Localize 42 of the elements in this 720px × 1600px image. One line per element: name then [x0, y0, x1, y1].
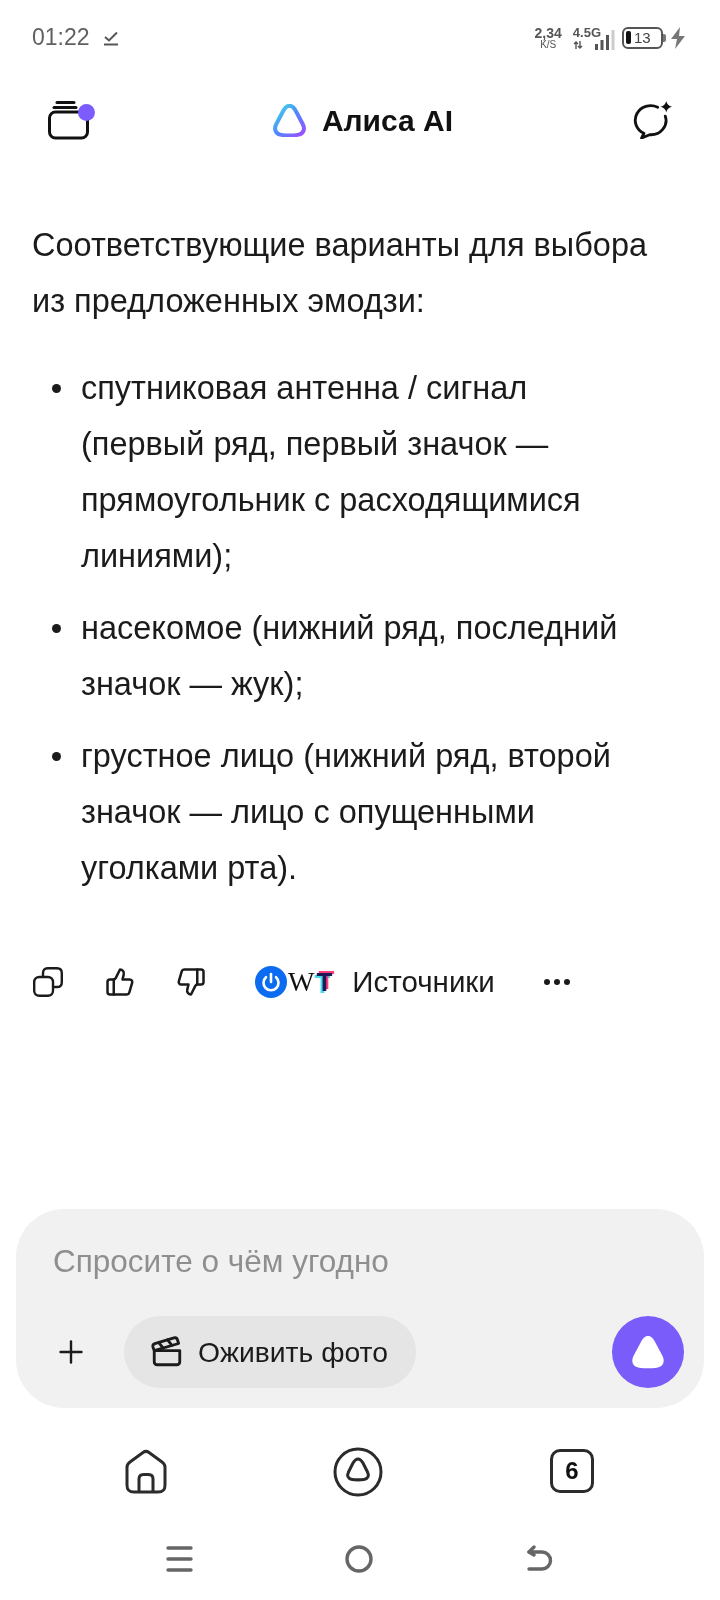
- data-arrows-icon: [572, 41, 583, 49]
- status-time: 01:22: [32, 23, 90, 53]
- network-speed: 2,34: [534, 25, 562, 40]
- answer-paragraph: Соответствующие варианты для выбора из предложенных эмодзи:: [32, 226, 649, 321]
- new-chat-icon[interactable]: [631, 101, 673, 139]
- back-icon[interactable]: [526, 1545, 554, 1573]
- clapperboard-icon: [150, 1335, 184, 1369]
- download-done-icon: [102, 29, 119, 46]
- copy-button[interactable]: [33, 967, 63, 997]
- bullet-icon: [52, 624, 61, 633]
- animate-photo-chip[interactable]: Оживить фото: [124, 1316, 416, 1388]
- rounded-triangle-icon: [630, 1334, 666, 1370]
- source-logo: T: [316, 966, 333, 998]
- charging-icon: [668, 26, 688, 49]
- battery-terminal-icon: [663, 33, 666, 42]
- home-icon[interactable]: [124, 1449, 168, 1495]
- menu-icon[interactable]: [166, 1545, 193, 1573]
- assistant-nav-icon[interactable]: [333, 1447, 383, 1497]
- dislike-button[interactable]: [176, 967, 206, 997]
- message-input[interactable]: Спросите о чём угодно: [53, 1242, 667, 1282]
- tabs-button[interactable]: 6: [550, 1449, 594, 1493]
- cards-icon[interactable]: [48, 100, 92, 140]
- like-button[interactable]: [105, 967, 135, 997]
- thumbs-down-icon: [176, 967, 206, 997]
- list-item-text: грустное лицо (нижний ряд, второй значок — лицо с опущенными уголками рта).: [81, 737, 612, 888]
- network-type: 4.5G: [572, 26, 601, 39]
- thumbs-up-icon: [105, 967, 135, 997]
- sources-button[interactable]: Источники: [352, 959, 495, 1005]
- more-icon: [543, 979, 570, 985]
- list-item-text: спутниковая антенна / сигнал (первый ряд, первый значок — прямоугольник с расходящимися линиями);: [81, 369, 582, 576]
- copy-icon: [33, 967, 63, 997]
- battery-bar-icon: [626, 31, 631, 44]
- network-speed-unit: K/S: [540, 39, 557, 50]
- home-circle-icon[interactable]: [345, 1545, 373, 1573]
- bullet-icon: [52, 752, 61, 761]
- app-title: Алиса AI: [321, 102, 454, 139]
- battery-percentage: 13: [634, 30, 651, 45]
- list-item-text: насекомое (нижний ряд, последний значок — жук);: [81, 609, 619, 704]
- source-logo: W: [288, 966, 315, 998]
- bullet-icon: [52, 384, 61, 393]
- power-icon: [255, 966, 287, 998]
- assistant-logo-icon: [272, 103, 306, 137]
